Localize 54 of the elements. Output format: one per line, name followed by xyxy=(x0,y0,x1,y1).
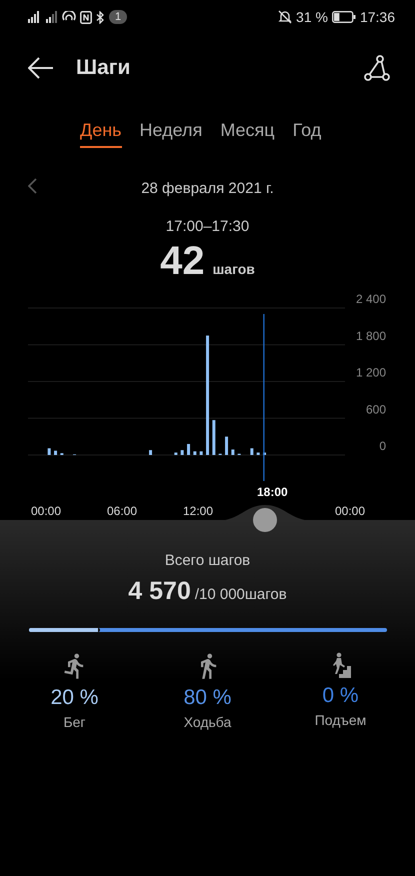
period-tab[interactable]: День xyxy=(80,114,122,148)
bar xyxy=(54,450,58,455)
goal-text: /10 000шагов xyxy=(194,586,287,603)
nfc-icon xyxy=(80,10,92,24)
activity-percent: 0 % xyxy=(322,684,359,708)
bar xyxy=(187,444,190,455)
axis-label: 600 xyxy=(366,402,386,416)
total-steps: 4 570 xyxy=(128,577,191,606)
axis-label: 00:00 xyxy=(30,504,62,518)
activity-label: Бег xyxy=(63,714,86,730)
previous-day-button[interactable] xyxy=(28,178,37,194)
axis-label: 12:00 xyxy=(182,504,214,518)
total-label: Всего шагов xyxy=(164,552,250,569)
activity-label: Ходьба xyxy=(184,714,232,730)
date-label: 28 февраля 2021 г. xyxy=(141,180,274,196)
bar xyxy=(250,448,254,455)
period-tab[interactable]: Год xyxy=(292,114,322,148)
bar xyxy=(231,450,234,455)
bar xyxy=(212,420,216,455)
bar xyxy=(263,452,266,455)
bar xyxy=(180,450,184,455)
bar xyxy=(174,452,178,455)
activity-percent: 80 % xyxy=(184,686,232,710)
battery-percent: 31 % xyxy=(296,9,328,25)
activity-percent: 20 % xyxy=(50,686,98,710)
bell-off-icon xyxy=(278,10,292,24)
bar xyxy=(225,436,228,455)
bar xyxy=(48,448,51,455)
axis-label: 0 xyxy=(379,439,386,453)
bar xyxy=(193,451,196,455)
back-button[interactable] xyxy=(28,57,54,79)
step-count: 42 xyxy=(160,239,205,284)
time-range: 17:00–17:30 xyxy=(164,218,250,235)
page-title: Шаги xyxy=(76,56,132,80)
bar xyxy=(200,451,203,455)
notification-badge: 1 xyxy=(109,10,128,24)
bar xyxy=(256,452,260,455)
axis-label: 1 800 xyxy=(356,328,386,343)
bluetooth-icon xyxy=(96,10,105,24)
period-tab[interactable]: Месяц xyxy=(220,114,275,148)
share-button[interactable] xyxy=(364,55,390,81)
cursor-time: 18:00 xyxy=(257,485,288,499)
bar xyxy=(149,450,152,455)
step-unit: шагов xyxy=(212,261,255,277)
clock: 17:36 xyxy=(360,9,395,25)
activity-label: Подъем xyxy=(314,712,366,728)
axis-label: 06:00 xyxy=(106,504,138,518)
period-tab[interactable]: Неделя xyxy=(140,114,202,148)
wifi-icon xyxy=(62,10,76,24)
axis-label: 2 400 xyxy=(356,292,386,306)
battery-icon xyxy=(332,11,356,23)
axis-label: 1 200 xyxy=(356,366,386,380)
axis-label: 00:00 xyxy=(334,504,366,518)
time-slider-thumb[interactable] xyxy=(253,508,277,532)
